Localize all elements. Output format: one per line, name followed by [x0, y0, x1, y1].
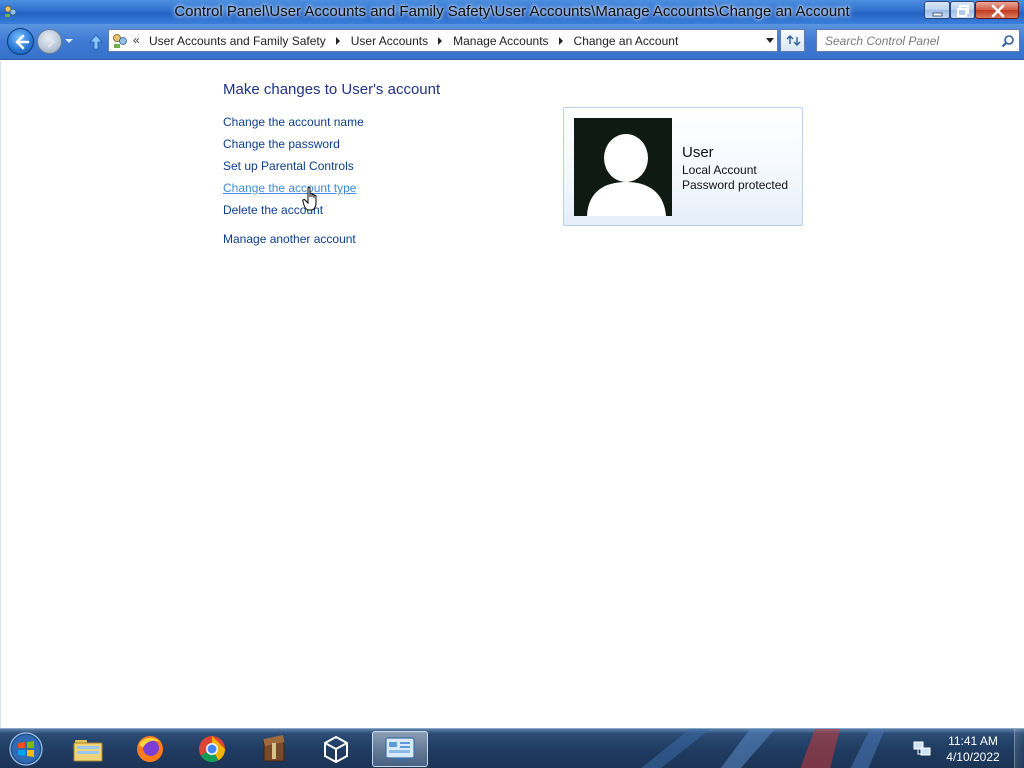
clock-date: 4/10/2022	[946, 750, 1000, 764]
taskbar-control-panel[interactable]	[372, 731, 428, 767]
user-silhouette-icon	[587, 134, 666, 216]
navigation-toolbar: « User Accounts and Family Safety User A…	[0, 24, 1024, 60]
windows-logo-icon	[9, 732, 43, 766]
breadcrumb-change-an-account[interactable]: Change an Account	[574, 34, 679, 48]
avatar	[574, 118, 672, 216]
breadcrumb-arrow-icon[interactable]	[558, 37, 563, 45]
breadcrumb-arrow-icon[interactable]	[335, 37, 340, 45]
minimize-icon	[932, 12, 943, 17]
start-button[interactable]	[6, 731, 46, 767]
show-desktop-button[interactable]	[1014, 729, 1024, 768]
breadcrumb-manage-accounts[interactable]: Manage Accounts	[453, 34, 548, 48]
title-bar[interactable]: Control Panel\User Accounts and Family S…	[0, 0, 1024, 24]
search-box[interactable]	[816, 29, 1020, 52]
clock-time: 11:41 AM	[948, 734, 998, 748]
change-account-name-link[interactable]: Change the account name	[223, 115, 364, 129]
recent-pages-dropdown-icon[interactable]	[64, 36, 74, 46]
refresh-button[interactable]	[780, 29, 805, 52]
account-card: User Local Account Password protected	[563, 107, 803, 226]
breadcrumb-user-accounts-family-safety[interactable]: User Accounts and Family Safety	[149, 34, 326, 48]
virtualbox-cube-icon	[324, 735, 348, 764]
change-password-link[interactable]: Change the password	[223, 137, 340, 151]
taskbar-archive-manager[interactable]	[248, 731, 300, 767]
network-icon[interactable]	[913, 740, 931, 758]
refresh-icon	[786, 35, 801, 46]
taskbar-virtualbox[interactable]	[310, 731, 362, 767]
window-title: Control Panel\User Accounts and Family S…	[174, 3, 850, 20]
archive-icon	[263, 735, 285, 762]
forward-button[interactable]	[37, 29, 62, 54]
close-icon	[991, 4, 1005, 18]
account-type: Local Account	[682, 163, 757, 177]
chrome-icon	[199, 736, 226, 763]
search-icon[interactable]	[1001, 34, 1015, 48]
restore-button[interactable]	[950, 1, 975, 19]
address-history-dropdown-icon[interactable]	[766, 38, 774, 43]
breadcrumb: User Accounts and Family Safety User Acc…	[149, 34, 678, 48]
control-panel-icon	[113, 34, 127, 48]
forward-arrow-icon	[47, 36, 56, 48]
breadcrumb-overflow[interactable]: «	[133, 33, 140, 47]
main-content: Make changes to User's account Change th…	[0, 61, 1024, 728]
taskbar: 11:41 AM 4/10/2022	[0, 728, 1024, 768]
manage-another-account-link[interactable]: Manage another account	[223, 232, 356, 246]
account-name: User	[682, 144, 714, 161]
hand-cursor-icon	[302, 186, 317, 211]
back-arrow-icon	[15, 34, 30, 50]
close-button[interactable]	[975, 1, 1019, 19]
control-panel-window-icon	[385, 737, 415, 761]
page-title: Make changes to User's account	[223, 81, 441, 98]
address-bar[interactable]: « User Accounts and Family Safety User A…	[108, 29, 778, 52]
parental-controls-link[interactable]: Set up Parental Controls	[223, 159, 354, 173]
breadcrumb-arrow-icon[interactable]	[438, 37, 443, 45]
search-input[interactable]	[823, 32, 993, 49]
back-button[interactable]	[7, 28, 34, 55]
change-account-type-link[interactable]: Change the account type	[223, 181, 356, 195]
system-clock[interactable]: 11:41 AM 4/10/2022	[938, 733, 1008, 765]
taskbar-wallpaper-decoration	[641, 729, 885, 768]
restore-icon	[957, 5, 969, 17]
folder-icon	[73, 740, 103, 762]
firefox-icon	[137, 736, 163, 762]
taskbar-firefox[interactable]	[124, 731, 176, 767]
minimize-button[interactable]	[924, 1, 950, 19]
breadcrumb-user-accounts[interactable]: User Accounts	[351, 34, 428, 48]
taskbar-chrome[interactable]	[186, 731, 238, 767]
up-arrow-icon[interactable]	[87, 33, 105, 51]
taskbar-windows-explorer[interactable]	[62, 731, 114, 767]
account-status: Password protected	[682, 178, 789, 192]
